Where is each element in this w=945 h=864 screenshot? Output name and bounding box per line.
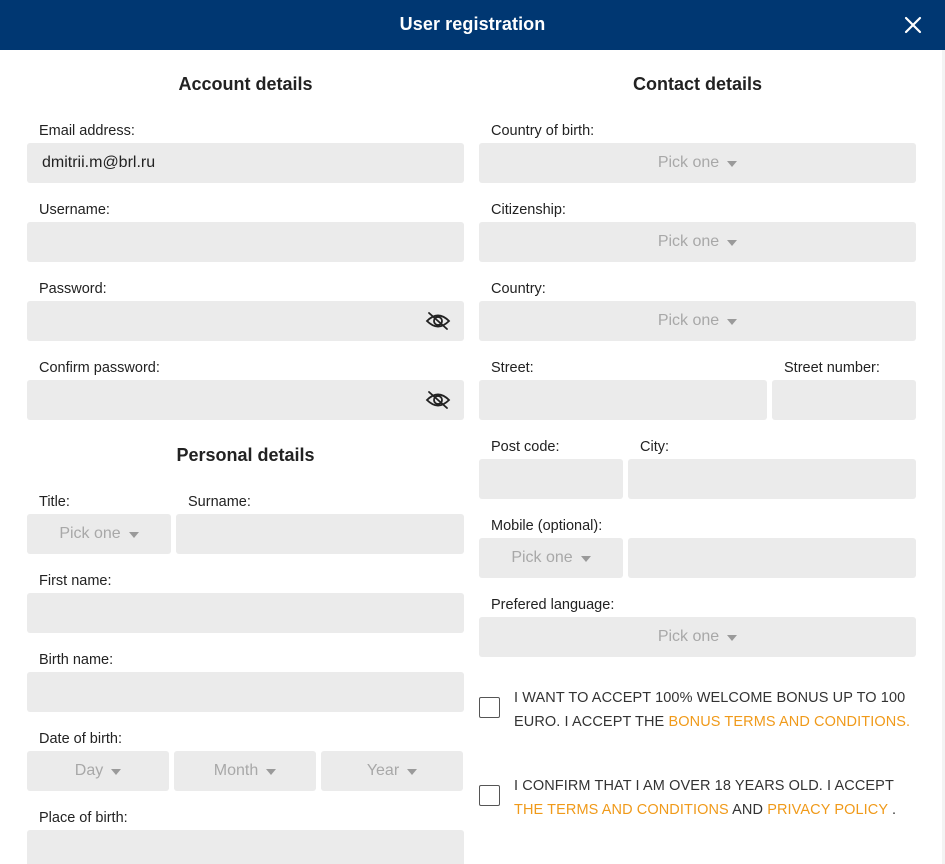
birth-name-field[interactable] (27, 672, 464, 712)
title-label: Title: (39, 494, 70, 510)
modal-title: User registration (399, 14, 546, 34)
end-text: . (887, 802, 897, 818)
email-field[interactable]: dmitrii.m@brl.ru (27, 143, 464, 183)
bonus-consent-text: I want to accept 100% welcome bonus up t… (514, 686, 914, 734)
bonus-terms-link[interactable]: bonus terms and conditions. (668, 714, 910, 730)
chevron-down-icon (727, 318, 738, 325)
confirm-password-field[interactable] (27, 380, 464, 420)
city-field[interactable] (628, 459, 916, 499)
chevron-down-icon (266, 768, 277, 775)
city-label: City: (640, 439, 669, 455)
mobile-prefix-value: Pick one (511, 549, 573, 566)
password-field[interactable] (27, 301, 464, 341)
title-select[interactable]: Pick one (27, 514, 171, 554)
citizenship-value: Pick one (657, 233, 720, 250)
street-field[interactable] (479, 380, 767, 420)
post-code-label: Post code: (491, 439, 560, 455)
language-value: Pick one (657, 628, 720, 645)
place-of-birth-label: Place of birth: (39, 810, 128, 826)
mobile-label: Mobile (optional): (491, 518, 603, 534)
age-terms-checkbox[interactable] (479, 785, 500, 806)
language-label: Prefered language: (491, 597, 615, 613)
privacy-policy-link[interactable]: privacy policy (767, 802, 888, 818)
country-of-birth-label: Country of birth: (491, 123, 595, 139)
age-text: I confirm that I am over 18 years old. I… (514, 778, 894, 794)
chevron-down-icon (407, 768, 418, 775)
day-select-value: Day (74, 762, 104, 779)
day-select[interactable]: Day (27, 751, 169, 791)
street-number-field[interactable] (772, 380, 916, 420)
confirm-password-label: Confirm password: (39, 360, 160, 376)
street-number-label: Street number: (784, 360, 880, 376)
country-of-birth-value: Pick one (657, 154, 720, 171)
year-select-value: Year (366, 762, 400, 779)
year-select[interactable]: Year (321, 751, 463, 791)
chevron-down-icon (580, 555, 591, 562)
country-label: Country: (491, 281, 546, 297)
first-name-field[interactable] (27, 593, 464, 633)
personal-details-heading: Personal details (176, 445, 315, 465)
chevron-down-icon (111, 768, 122, 775)
modal-header: User registration (0, 0, 945, 50)
language-select[interactable]: Pick one (479, 617, 916, 657)
terms-link[interactable]: the terms and conditions (514, 802, 729, 818)
month-select[interactable]: Month (174, 751, 316, 791)
bonus-checkbox[interactable] (479, 697, 500, 718)
email-label: Email address: (39, 123, 135, 139)
chevron-down-icon (727, 634, 738, 641)
first-name-label: First name: (39, 573, 112, 589)
eye-slash-icon[interactable] (425, 390, 451, 410)
eye-slash-icon[interactable] (425, 311, 451, 331)
mobile-number-field[interactable] (628, 538, 916, 578)
dob-label: Date of birth: (39, 731, 123, 747)
close-icon[interactable] (900, 12, 926, 38)
password-label: Password: (39, 281, 107, 297)
citizenship-select[interactable]: Pick one (479, 222, 916, 262)
citizenship-label: Citizenship: (491, 202, 566, 218)
month-select-value: Month (213, 762, 259, 779)
chevron-down-icon (727, 160, 738, 167)
username-field[interactable] (27, 222, 464, 262)
country-select[interactable]: Pick one (479, 301, 916, 341)
surname-label: Surname: (188, 494, 251, 510)
country-value: Pick one (657, 312, 720, 329)
chevron-down-icon (727, 239, 738, 246)
post-code-field[interactable] (479, 459, 623, 499)
surname-field[interactable] (176, 514, 464, 554)
birth-name-label: Birth name: (39, 652, 114, 668)
age-terms-consent-text: I confirm that I am over 18 years old. I… (514, 774, 914, 822)
mobile-prefix-select[interactable]: Pick one (479, 538, 623, 578)
place-of-birth-field[interactable] (27, 830, 464, 864)
contact-details-heading: Contact details (632, 74, 763, 94)
title-select-value: Pick one (59, 525, 121, 542)
account-details-heading: Account details (178, 74, 313, 94)
country-of-birth-select[interactable]: Pick one (479, 143, 916, 183)
username-label: Username: (39, 202, 110, 218)
chevron-down-icon (128, 531, 139, 538)
and-text: and (728, 802, 768, 818)
street-label: Street: (491, 360, 534, 376)
